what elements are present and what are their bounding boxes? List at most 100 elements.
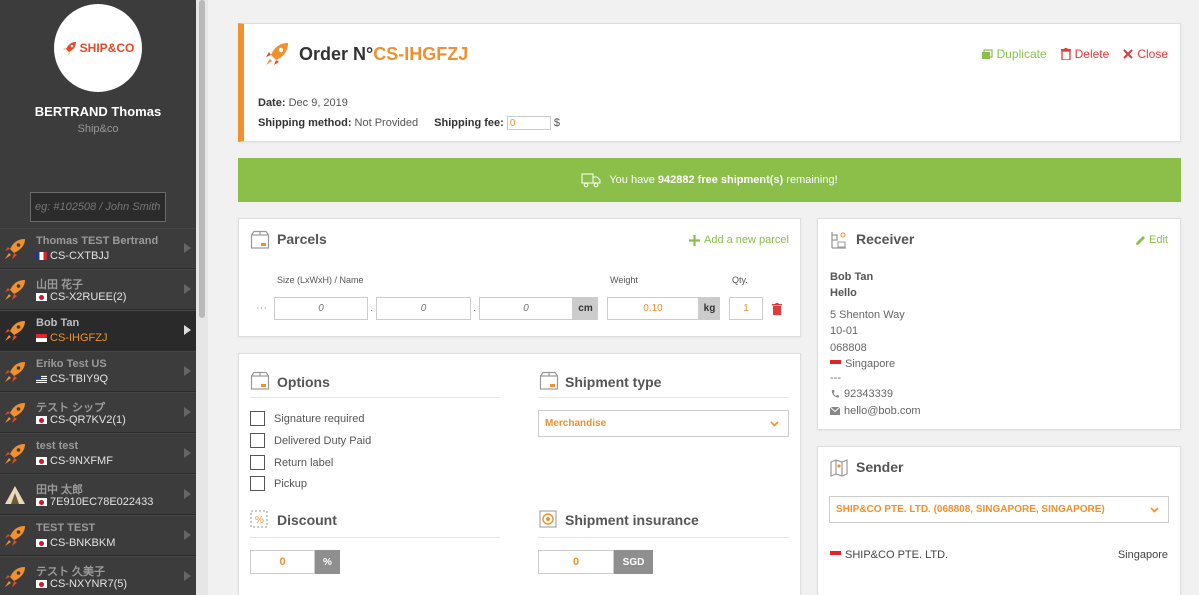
shipping-fee-label: Shipping fee: (434, 117, 504, 129)
order-list-item[interactable]: Eriko Test US CS-TBIY9Q (0, 351, 196, 392)
order-reference: CS-9NXFMF (36, 455, 113, 467)
order-actions: Duplicate Delete Close (981, 47, 1168, 61)
receiver-name: Bob Tan (830, 271, 874, 283)
option-checkbox-row[interactable]: Pickup (250, 476, 307, 491)
order-search-input[interactable] (30, 192, 166, 222)
option-label: Delivered Duty Paid (274, 434, 372, 447)
drag-handle-icon[interactable]: ··· (256, 302, 267, 314)
insurance-input[interactable] (538, 550, 614, 574)
sender-name: SHIP&CO PTE. LTD. (830, 549, 948, 561)
option-checkbox-row[interactable]: Return label (250, 455, 333, 470)
box-icon (250, 371, 270, 390)
date-label: Date: (258, 97, 286, 109)
order-customer-name: 田中 太郎 (36, 484, 84, 496)
duplicate-icon (981, 48, 993, 59)
height-input[interactable] (479, 297, 573, 320)
insurance-currency: SGD (614, 550, 653, 574)
dimension-separator: · (473, 305, 477, 316)
order-reference: CS-BNKBKM (36, 537, 115, 549)
order-number: CS-IHGFZJ (373, 44, 469, 64)
order-reference-value: CS-NXYNR7(5) (50, 578, 128, 590)
order-reference: CS-NXYNR7(5) (36, 578, 127, 590)
rocket-icon (62, 42, 76, 55)
checkbox[interactable] (250, 476, 265, 491)
order-list-item[interactable]: テスト 久美子 CS-NXYNR7(5) (0, 556, 196, 595)
order-reference: CS-X2RUEE(2) (36, 291, 126, 303)
checkbox[interactable] (250, 455, 265, 470)
shipping-fee-input[interactable] (506, 116, 551, 130)
close-label: Close (1137, 47, 1168, 61)
delete-button[interactable]: Delete (1060, 47, 1110, 61)
discount-input[interactable] (250, 550, 315, 574)
duplicate-button[interactable]: Duplicate (981, 47, 1047, 61)
scrollbar-thumb[interactable] (199, 0, 205, 318)
receiver-separator: --- (830, 372, 841, 384)
order-customer-name: 山田 花子 (36, 279, 84, 291)
profile-section: SHIP&CO BERTRAND Thomas Ship&co (0, 0, 196, 228)
width-input[interactable] (376, 297, 471, 320)
sender-select[interactable]: SHIP&CO PTE. LTD. (068808, SINGAPORE, SI… (829, 496, 1169, 523)
logo-text: SHIP&CO (79, 41, 135, 55)
singapore-flag-icon (830, 551, 841, 559)
order-list-item[interactable]: 田中 太郎 7E910EC78E022433 (0, 474, 196, 515)
option-checkbox-row[interactable]: Signature required (250, 411, 365, 426)
sender-title: Sender (856, 459, 904, 475)
order-list-item[interactable]: テスト シップ CS-QR7KV2(1) (0, 392, 196, 433)
shipment-type-value: Merchandise (545, 418, 607, 429)
sidebar: SHIP&CO BERTRAND Thomas Ship&co Thomas T… (0, 0, 208, 595)
receiver-postal-code: 068808 (830, 342, 867, 354)
sidebar-scrollbar[interactable] (196, 0, 208, 595)
edit-receiver-button[interactable]: Edit (1135, 234, 1168, 246)
option-label: Return label (274, 456, 334, 469)
receiver-address-line1: 5 Shenton Way (830, 309, 905, 321)
parcels-card: Parcels Add a new parcel Size (LxWxH) / … (238, 218, 801, 337)
order-title-prefix: Order N° (299, 44, 374, 64)
add-parcel-button[interactable]: Add a new parcel (689, 234, 789, 246)
length-input[interactable] (274, 297, 368, 320)
order-reference-value: CS-CXTBJJ (50, 250, 110, 262)
receiver-phone-value: 92343339 (844, 388, 893, 400)
close-icon (1123, 49, 1134, 59)
banner-suffix: remaining! (786, 174, 838, 186)
order-list-item[interactable]: Bob Tan CS-IHGFZJ (0, 310, 196, 351)
banner-text: You have 942882 free shipment(s) remaini… (609, 174, 837, 186)
option-checkbox-row[interactable]: Delivered Duty Paid (250, 433, 371, 448)
divider (538, 397, 789, 398)
country-flag-icon (36, 580, 47, 588)
sender-name-value: SHIP&CO PTE. LTD. (845, 549, 949, 561)
order-reference-value: CS-QR7KV2(1) (50, 414, 126, 426)
order-reference: CS-CXTBJJ (36, 250, 109, 262)
order-reference-value: CS-9NXFMF (50, 455, 113, 467)
chevron-right-icon (184, 325, 191, 335)
order-customer-name: テスト シップ (36, 402, 106, 414)
order-list-item[interactable]: 山田 花子 CS-X2RUEE(2) (0, 269, 196, 310)
sender-select-value: SHIP&CO PTE. LTD. (068808, SINGAPORE, SI… (836, 504, 1105, 515)
country-flag-icon (36, 539, 47, 547)
quantity-input[interactable] (729, 297, 763, 320)
rocket-icon (266, 43, 288, 65)
country-flag-icon (36, 457, 47, 465)
checkbox[interactable] (250, 433, 265, 448)
close-button[interactable]: Close (1123, 47, 1168, 61)
sender-country: Singapore (1117, 549, 1168, 561)
order-list-item[interactable]: test test CS-9NXFMF (0, 433, 196, 474)
dimension-separator: · (370, 305, 374, 316)
order-list: Thomas TEST Bertrand CS-CXTBJJ 山田 花子 CS-X2R… (0, 228, 196, 595)
receiver-email: hello@bob.com (830, 405, 921, 417)
order-list-item[interactable]: TEST TEST CS-BNKBKM (0, 515, 196, 556)
truck-icon (581, 173, 601, 188)
weight-column-label: Weight (610, 275, 638, 285)
country-flag-icon (36, 498, 47, 506)
country-flag-icon (36, 416, 47, 424)
weight-input[interactable] (607, 297, 699, 320)
free-shipment-banner: You have 942882 free shipment(s) remaini… (238, 158, 1181, 202)
divider (250, 537, 500, 538)
order-list-item[interactable]: Thomas TEST Bertrand CS-CXTBJJ (0, 228, 196, 269)
shipment-type-select[interactable]: Merchandise (538, 410, 789, 437)
profile-name: BERTRAND Thomas (34, 104, 162, 119)
remove-parcel-trash-icon[interactable] (772, 303, 782, 315)
checkbox[interactable] (250, 411, 265, 426)
delete-label: Delete (1074, 47, 1110, 61)
sidebar-content: SHIP&CO BERTRAND Thomas Ship&co Thomas T… (0, 0, 196, 595)
chevron-right-icon (184, 489, 191, 499)
